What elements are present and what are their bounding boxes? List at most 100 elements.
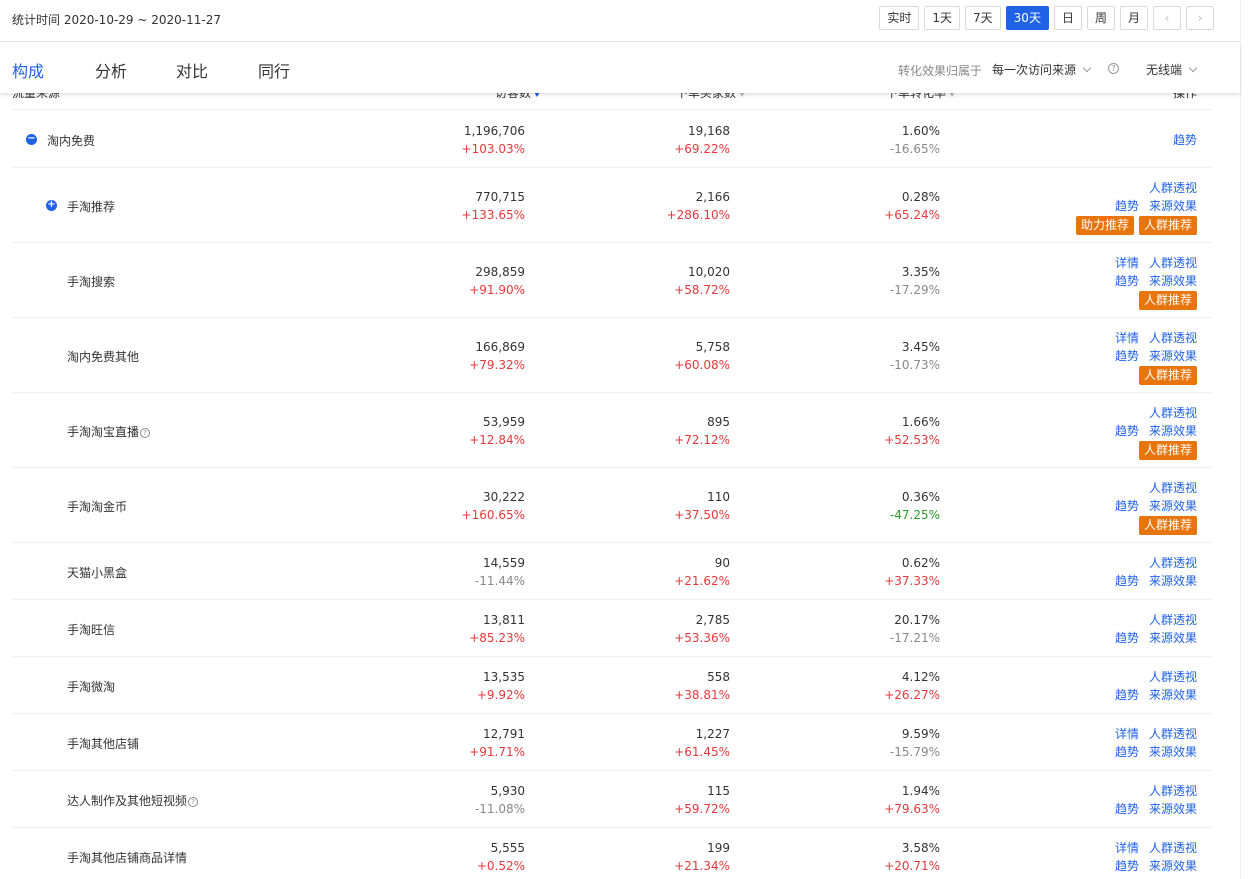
source-name: 手淘其他店铺	[67, 735, 139, 752]
help-icon[interactable]: ?	[1108, 63, 1119, 74]
row-actions: 人群透视 趋势 来源效果人群推荐	[1115, 404, 1197, 460]
period-btn-4[interactable]: 日	[1053, 6, 1082, 30]
action-link[interactable]: 人群透视	[1149, 181, 1197, 195]
action-link[interactable]: 趋势	[1115, 802, 1139, 816]
period-btn-1[interactable]: 1天	[924, 6, 961, 30]
action-link[interactable]: 来源效果	[1149, 688, 1197, 702]
recommend-tag[interactable]: 助力推荐	[1075, 216, 1134, 235]
action-link[interactable]: 趋势	[1115, 574, 1139, 588]
action-link[interactable]: 详情	[1115, 727, 1139, 741]
action-link[interactable]: 来源效果	[1149, 424, 1197, 438]
action-link[interactable]: 来源效果	[1149, 802, 1197, 816]
cell-buyers: 895 +72.12%	[674, 413, 730, 449]
cell-buyers: 2,166 +286.10%	[667, 188, 730, 224]
help-icon[interactable]: ?	[188, 797, 199, 807]
source-label: 手淘微淘	[67, 680, 116, 694]
cell-buyers: 558 +38.81%	[674, 668, 730, 704]
recommend-tag[interactable]: 人群推荐	[1138, 291, 1197, 310]
action-line: 趋势 来源效果	[1115, 800, 1197, 818]
action-link[interactable]: 趋势	[1115, 424, 1139, 438]
action-link[interactable]: 趋势	[1115, 859, 1139, 873]
chevron-down-icon	[1082, 63, 1092, 73]
conv-change: +37.33%	[884, 574, 940, 588]
tab-2[interactable]: 对比	[176, 58, 208, 82]
expand-icon[interactable]: +	[46, 200, 57, 211]
action-link[interactable]: 人群透视	[1149, 331, 1197, 345]
tab-1[interactable]: 分析	[95, 58, 127, 82]
visitors-change: +79.32%	[469, 358, 525, 372]
action-link[interactable]: 来源效果	[1149, 199, 1197, 213]
action-link[interactable]: 趋势	[1115, 349, 1139, 363]
period-btn-0[interactable]: 实时	[879, 6, 920, 30]
visitors-change: +85.23%	[469, 631, 525, 645]
attribution-select[interactable]: 每一次访问来源	[992, 61, 1092, 78]
recommend-tag[interactable]: 人群推荐	[1138, 366, 1197, 385]
scrollbar[interactable]	[1240, 0, 1253, 879]
cell-conv: 9.59% -15.79%	[890, 725, 940, 761]
action-link[interactable]: 人群透视	[1149, 256, 1197, 270]
action-link[interactable]: 趋势	[1173, 133, 1197, 147]
action-link[interactable]: 人群透视	[1149, 481, 1197, 495]
row-actions: 人群透视 趋势 来源效果	[1115, 668, 1197, 704]
action-link[interactable]: 趋势	[1115, 745, 1139, 759]
action-link[interactable]: 来源效果	[1149, 349, 1197, 363]
conv-value: 3.45%	[901, 340, 940, 354]
action-link[interactable]: 来源效果	[1149, 574, 1197, 588]
action-line: 人群透视	[1115, 554, 1197, 572]
period-btn-2[interactable]: 7天	[965, 6, 1001, 30]
conv-value: 3.58%	[901, 841, 940, 855]
period-btn-5[interactable]: 周	[1086, 6, 1115, 30]
conv-value: 1.94%	[901, 784, 940, 798]
visitors-change: -11.44%	[474, 574, 525, 588]
action-link[interactable]: 来源效果	[1149, 499, 1197, 513]
action-link[interactable]: 详情	[1115, 841, 1139, 855]
action-link[interactable]: 人群透视	[1149, 727, 1197, 741]
cell-conv: 0.28% +65.24%	[884, 188, 940, 224]
action-link[interactable]: 人群透视	[1149, 613, 1197, 627]
action-link[interactable]: 人群透视	[1149, 841, 1197, 855]
cell-conv: 3.35% -17.29%	[890, 263, 940, 299]
action-link[interactable]: 来源效果	[1149, 859, 1197, 873]
action-link[interactable]: 人群透视	[1149, 556, 1197, 570]
cell-conv: 4.12% +26.27%	[884, 668, 940, 704]
cell-visitors: 166,869 +79.32%	[469, 338, 525, 374]
buyers-value: 5,758	[695, 340, 730, 354]
table-row: 达人制作及其他短视频? 5,930 -11.08% 115 +59.72% 1.94% +7…	[12, 771, 1212, 828]
action-link[interactable]: 趋势	[1115, 274, 1139, 288]
action-link[interactable]: 趋势	[1115, 688, 1139, 702]
collapse-icon[interactable]: −	[26, 134, 37, 145]
next-arrow-icon[interactable]: ›	[1186, 6, 1214, 30]
tab-0[interactable]: 构成	[12, 58, 44, 82]
help-icon[interactable]: ?	[140, 428, 151, 438]
recommend-tag[interactable]: 人群推荐	[1138, 441, 1197, 460]
action-link[interactable]: 人群透视	[1149, 784, 1197, 798]
action-link[interactable]: 来源效果	[1149, 274, 1197, 288]
action-link[interactable]: 趋势	[1115, 499, 1139, 513]
action-link[interactable]: 趋势	[1115, 199, 1139, 213]
action-line: 趋势 来源效果	[1076, 197, 1197, 215]
visitors-value: 1,196,706	[463, 124, 525, 138]
period-btn-6[interactable]: 月	[1119, 6, 1148, 30]
action-line: 人群透视	[1115, 782, 1197, 800]
period-btn-3[interactable]: 30天	[1005, 6, 1049, 30]
recommend-tag[interactable]: 人群推荐	[1138, 516, 1197, 535]
action-line: 趋势 来源效果	[1115, 572, 1197, 590]
action-line: 趋势 来源效果	[1115, 272, 1197, 290]
recommend-tag[interactable]: 人群推荐	[1138, 216, 1197, 235]
prev-arrow-icon[interactable]: ‹	[1153, 6, 1181, 30]
tab-3[interactable]: 同行	[258, 58, 290, 82]
action-link[interactable]: 来源效果	[1149, 631, 1197, 645]
conv-value: 3.35%	[901, 265, 940, 279]
table-row: 手淘淘宝直播? 53,959 +12.84% 895 +72.12% 1.66% +52.5…	[12, 393, 1212, 468]
action-line: 人群透视	[1115, 668, 1197, 686]
table-row: 手淘旺信 13,811 +85.23% 2,785 +53.36% 20.17% -17.2…	[12, 600, 1212, 657]
action-link[interactable]: 人群透视	[1149, 670, 1197, 684]
action-link[interactable]: 详情	[1115, 256, 1139, 270]
action-link[interactable]: 人群透视	[1149, 406, 1197, 420]
action-link[interactable]: 详情	[1115, 331, 1139, 345]
conv-value: 0.36%	[901, 490, 940, 504]
action-link[interactable]: 趋势	[1115, 631, 1139, 645]
device-select[interactable]: 无线端	[1146, 61, 1198, 78]
action-link[interactable]: 来源效果	[1149, 745, 1197, 759]
source-label: 手淘推荐	[67, 200, 116, 214]
